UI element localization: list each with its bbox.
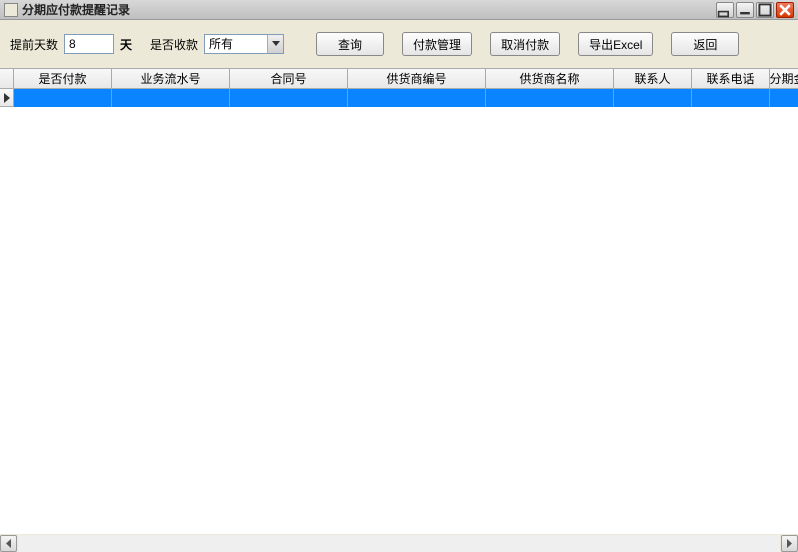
export-excel-button[interactable]: 导出Excel (578, 32, 653, 56)
toolbar: 提前天数 天 是否收款 所有 查询 付款管理 取消付款 导出Excel 返回 (0, 20, 798, 68)
column-header[interactable]: 供货商名称 (486, 69, 614, 88)
cell (770, 89, 798, 107)
is-received-select[interactable]: 所有 (204, 34, 284, 54)
cancel-payment-button[interactable]: 取消付款 (490, 32, 560, 56)
cell (348, 89, 486, 107)
advance-days-input[interactable] (64, 34, 114, 54)
cell (112, 89, 230, 107)
payment-management-button[interactable]: 付款管理 (402, 32, 472, 56)
chevron-down-icon (267, 35, 283, 53)
scroll-right-button[interactable] (781, 535, 798, 552)
column-header[interactable]: 联系电话 (692, 69, 770, 88)
query-button[interactable]: 查询 (316, 32, 384, 56)
app-icon (4, 3, 18, 17)
current-row-indicator-icon (0, 89, 14, 107)
titlebar: 分期应付款提醒记录 (0, 0, 798, 20)
cell (614, 89, 692, 107)
scroll-track[interactable] (18, 535, 780, 552)
close-button[interactable] (776, 2, 794, 18)
column-header[interactable]: 供货商编号 (348, 69, 486, 88)
window-controls (716, 2, 794, 18)
minimize-button[interactable] (736, 2, 754, 18)
cell (14, 89, 112, 107)
restore-down-button[interactable] (716, 2, 734, 18)
column-header[interactable]: 联系人 (614, 69, 692, 88)
is-received-label: 是否收款 (150, 36, 198, 53)
cell (692, 89, 770, 107)
column-header[interactable]: 是否付款 (14, 69, 112, 88)
is-received-value: 所有 (205, 35, 267, 53)
return-button[interactable]: 返回 (671, 32, 739, 56)
scroll-left-button[interactable] (0, 535, 17, 552)
column-header[interactable]: 分期金额 (770, 69, 798, 88)
data-grid: 是否付款业务流水号合同号供货商编号供货商名称联系人联系电话分期金额 (0, 68, 798, 534)
days-unit-label: 天 (120, 36, 132, 53)
advance-days-label: 提前天数 (10, 36, 58, 53)
maximize-button[interactable] (756, 2, 774, 18)
cell (230, 89, 348, 107)
selected-row[interactable] (0, 89, 798, 107)
window-title: 分期应付款提醒记录 (22, 1, 716, 18)
column-header[interactable]: 业务流水号 (112, 69, 230, 88)
column-header[interactable]: 合同号 (230, 69, 348, 88)
cell (486, 89, 614, 107)
horizontal-scrollbar[interactable] (0, 534, 798, 552)
row-indicator-header (0, 69, 14, 88)
table-header-row: 是否付款业务流水号合同号供货商编号供货商名称联系人联系电话分期金额 (0, 69, 798, 89)
